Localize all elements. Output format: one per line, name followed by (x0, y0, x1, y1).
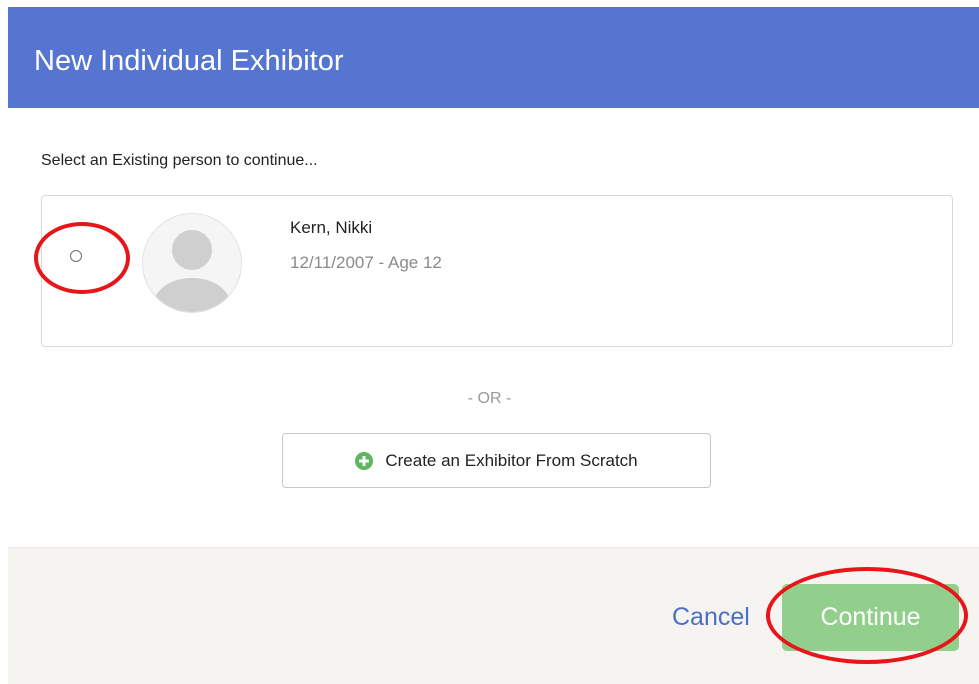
or-divider: - OR - (467, 390, 512, 407)
new-exhibitor-dialog: New Individual Exhibitor Select an Exist… (0, 0, 979, 684)
dialog-header: New Individual Exhibitor (8, 7, 979, 108)
person-option-card[interactable]: Kern, Nikki 12/11/2007 - Age 12 (41, 195, 953, 347)
person-name: Kern, Nikki (290, 218, 373, 237)
person-radio-button[interactable] (70, 250, 82, 262)
dialog-footer: Cancel Continue (8, 547, 979, 684)
plus-circle-icon (355, 451, 374, 470)
cancel-button[interactable]: Cancel (672, 600, 750, 634)
user-placeholder-icon (142, 213, 242, 313)
select-person-prompt: Select an Existing person to continue... (41, 152, 318, 169)
create-from-scratch-label: Create an Exhibitor From Scratch (385, 450, 638, 470)
person-birthdate-age: 12/11/2007 - Age 12 (290, 253, 442, 272)
create-from-scratch-button[interactable]: Create an Exhibitor From Scratch (282, 433, 711, 488)
continue-button[interactable]: Continue (782, 584, 959, 651)
dialog-title: New Individual Exhibitor (34, 45, 344, 77)
